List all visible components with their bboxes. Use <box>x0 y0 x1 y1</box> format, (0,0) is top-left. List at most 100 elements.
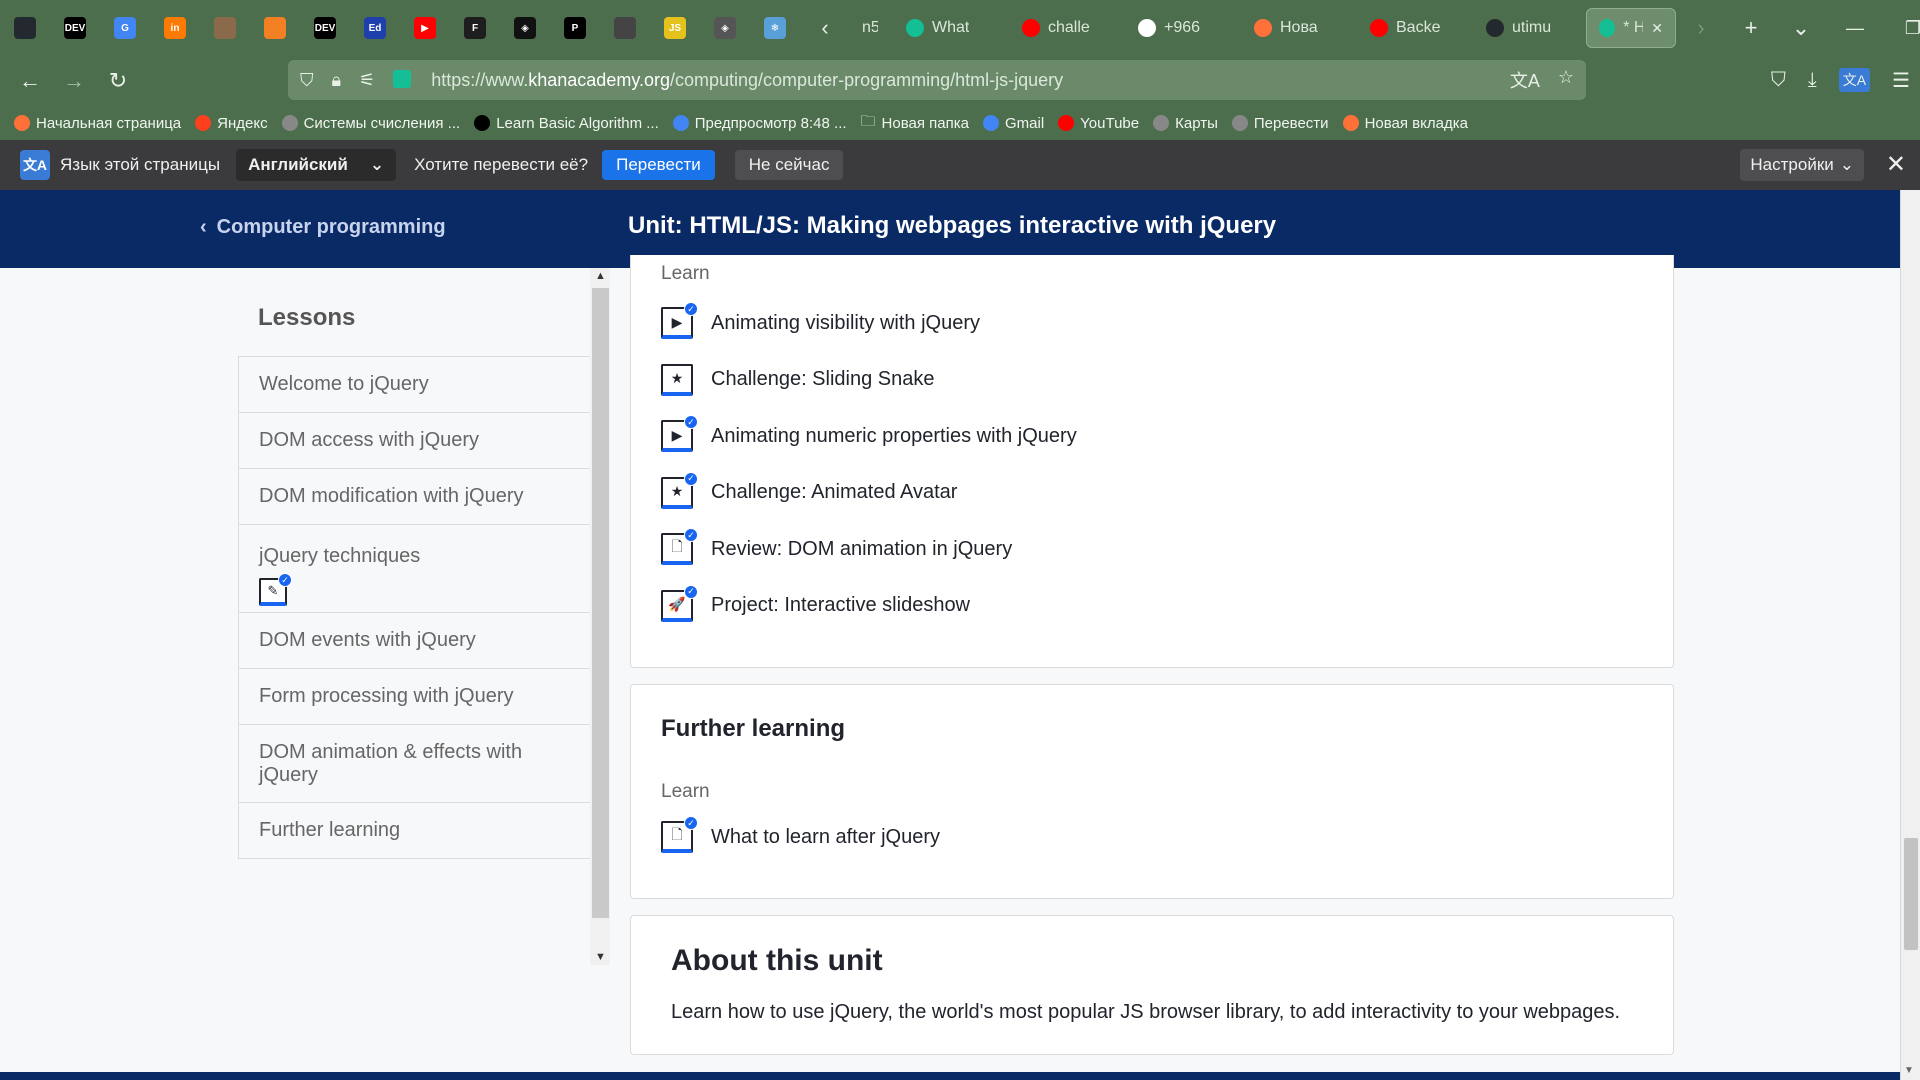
pinned-tab[interactable]: in <box>150 0 200 56</box>
bookmark-item[interactable]: Gmail <box>982 115 1044 132</box>
translate-button[interactable]: Перевести <box>602 150 715 180</box>
lock-icon[interactable]: 🔒︎ <box>332 70 342 91</box>
close-tab-icon[interactable]: ✕ <box>1651 20 1663 37</box>
pinned-tab[interactable]: F <box>450 0 500 56</box>
about-unit-card: About this unit Learn how to use jQuery,… <box>630 915 1674 1055</box>
content-item-challenge[interactable]: ★ ✓ Challenge: Animated Avatar <box>661 471 957 509</box>
lesson-label: DOM animation & effects with jQuery <box>259 740 523 786</box>
browser-tab[interactable]: Нова <box>1242 8 1354 48</box>
pinned-tab[interactable] <box>200 0 250 56</box>
bookmark-item[interactable]: Яндекс <box>195 115 268 132</box>
reload-icon[interactable]: ↻ <box>96 61 140 101</box>
browser-tab[interactable]: +966 <box>1126 8 1238 48</box>
close-translate-bar-icon[interactable]: ✕ <box>1886 150 1906 179</box>
browser-tab[interactable]: Backe <box>1358 8 1470 48</box>
new-tab-button[interactable]: + <box>1726 0 1776 56</box>
sidebar-lesson-item[interactable]: jQuery techniques ✎ ✓ <box>239 525 590 613</box>
pinned-tab[interactable]: ◈ <box>700 0 750 56</box>
browser-tab[interactable]: What <box>894 8 1006 48</box>
pinned-tab[interactable]: ◈ <box>500 0 550 56</box>
bookmark-item[interactable]: 🗀 Новая папка <box>861 111 969 136</box>
further-learning-card: Further learning Learn 🗋 ✓ What to learn a… <box>630 684 1674 899</box>
pinned-tab[interactable]: ▶ <box>400 0 450 56</box>
forward-icon[interactable]: → <box>52 61 96 101</box>
translate-settings-button[interactable]: Настройки ⌄ <box>1740 149 1864 181</box>
tab-scroll-right-button[interactable]: › <box>1676 0 1726 56</box>
pinned-tab[interactable] <box>0 0 50 56</box>
content-item-project[interactable]: 🚀 ✓ Project: Interactive slideshow <box>661 584 970 622</box>
stack-icon <box>264 17 286 39</box>
menu-icon[interactable]: ☰ <box>1892 68 1910 93</box>
browser-tab[interactable]: challe <box>1010 8 1122 48</box>
list-all-tabs-button[interactable]: ⌄ <box>1776 0 1826 56</box>
page-scrollbar[interactable]: ▼ <box>1900 190 1920 1080</box>
scrollbar-thumb[interactable] <box>592 288 609 918</box>
content-item-article[interactable]: 🗋 ✓ Review: DOM animation in jQuery <box>661 528 1012 565</box>
active-tab[interactable]: * H ✕ <box>1586 8 1676 48</box>
sidebar-scrollbar[interactable]: ▲ ▼ <box>590 268 610 965</box>
content-item-video[interactable]: ▶ ✓ Animating numeric properties with jQue… <box>661 415 1077 452</box>
pinned-tab[interactable]: P <box>550 0 600 56</box>
scroll-up-icon[interactable]: ▲ <box>595 270 606 282</box>
translate-extension-icon[interactable]: 文A <box>1838 68 1871 92</box>
khan-academy-tab-icon <box>1599 19 1616 37</box>
browser-tab-bar: DEV Gin DEV Ed ▶ F ◈ P JS ◈ ❄ ‹ n5 What challe +966 Но… <box>0 0 1920 56</box>
permissions-icon[interactable]: ⚟ <box>359 70 375 91</box>
browser-tab[interactable]: n5 <box>850 8 890 48</box>
url-text[interactable]: https://www.khanacademy.org/computing/co… <box>431 70 1063 91</box>
restore-button[interactable]: ❐ <box>1884 0 1920 56</box>
pinned-tab[interactable]: JS <box>650 0 700 56</box>
pocket-icon[interactable]: ⛉ <box>1771 69 1786 92</box>
bookmark-star-icon[interactable]: ☆ <box>1558 67 1574 93</box>
settings-label: Настройки <box>1750 155 1834 174</box>
back-to-course-link[interactable]: ‹ Computer programming <box>200 216 446 239</box>
browser-tab[interactable]: utimu <box>1474 8 1586 48</box>
pinned-tab[interactable]: G <box>100 0 150 56</box>
pinned-tab[interactable]: Ed <box>350 0 400 56</box>
back-icon[interactable]: ← <box>8 61 52 101</box>
pinned-tab[interactable]: DEV <box>50 0 100 56</box>
lesson-label: DOM events with jQuery <box>259 629 476 651</box>
sidebar-lesson-item[interactable]: Form processing with jQuery <box>239 669 590 725</box>
content-item-video[interactable]: ▶ ✓ Animating visibility with jQuery <box>661 302 980 339</box>
bookmark-item[interactable]: YouTube <box>1058 115 1139 132</box>
sidebar-lesson-item[interactable]: DOM animation & effects with jQuery <box>239 725 590 803</box>
page-scrollbar-thumb[interactable] <box>1904 838 1918 950</box>
bookmark-label: Предпросмотр 8:48 ... <box>694 114 847 132</box>
sidebar-lesson-item[interactable]: Further learning <box>239 803 590 859</box>
pinned-tab[interactable]: ❄ <box>750 0 800 56</box>
js-icon: JS <box>664 17 686 39</box>
bookmark-item[interactable]: Начальная страница <box>14 115 181 132</box>
content-item-article[interactable]: 🗋 ✓ What to learn after jQuery <box>661 816 940 853</box>
lesson-content-card: Learn ▶ ✓ Animating visibility with jQuery… <box>630 255 1674 668</box>
sidebar-lesson-item[interactable]: DOM modification with jQuery <box>239 469 590 525</box>
sidebar-lesson-item[interactable]: DOM events with jQuery <box>239 613 590 669</box>
pinned-tab[interactable] <box>600 0 650 56</box>
bookmark-item[interactable]: Предпросмотр 8:48 ... <box>672 114 847 132</box>
downloads-icon[interactable]: ⤓ <box>1808 69 1817 92</box>
snowflake-icon: ❄ <box>764 17 786 39</box>
pinned-tab[interactable]: DEV <box>300 0 350 56</box>
content-item-challenge[interactable]: ★ Challenge: Sliding Snake <box>661 363 935 396</box>
lesson-label: Form processing with jQuery <box>259 685 514 707</box>
bookmark-item[interactable]: Learn Basic Algorithm ... <box>474 115 659 132</box>
translate-page-icon[interactable]: 文A <box>1510 67 1540 93</box>
figma-icon: F <box>464 17 486 39</box>
language-select[interactable]: Английский ⌄ <box>236 149 397 181</box>
shield-icon[interactable]: ⛉ <box>300 70 314 91</box>
sidebar-lesson-item[interactable]: DOM access with jQuery <box>239 413 590 469</box>
pinned-tab[interactable] <box>250 0 300 56</box>
address-bar[interactable]: ⛉ 🔒︎ ⚟ https://www.khanacademy.org/compu… <box>288 60 1586 100</box>
tab-scroll-left-button[interactable]: ‹ <box>800 0 850 56</box>
bookmark-item[interactable]: Перевести <box>1231 115 1329 132</box>
bookmark-item[interactable]: Новая вкладка <box>1342 115 1468 132</box>
tab-title: utimu <box>1512 19 1552 36</box>
bookmark-item[interactable]: Карты <box>1153 115 1218 132</box>
sidebar-lesson-item[interactable]: Welcome to jQuery <box>239 357 590 413</box>
not-now-button[interactable]: Не сейчас <box>734 150 844 180</box>
bookmark-item[interactable]: Системы счисления ... <box>281 115 460 132</box>
scroll-down-icon[interactable]: ▼ <box>595 951 606 963</box>
scroll-down-icon[interactable]: ▼ <box>1904 1065 1914 1076</box>
minimize-button[interactable]: — <box>1826 0 1884 56</box>
bookmark-label: Новая папка <box>881 114 969 132</box>
